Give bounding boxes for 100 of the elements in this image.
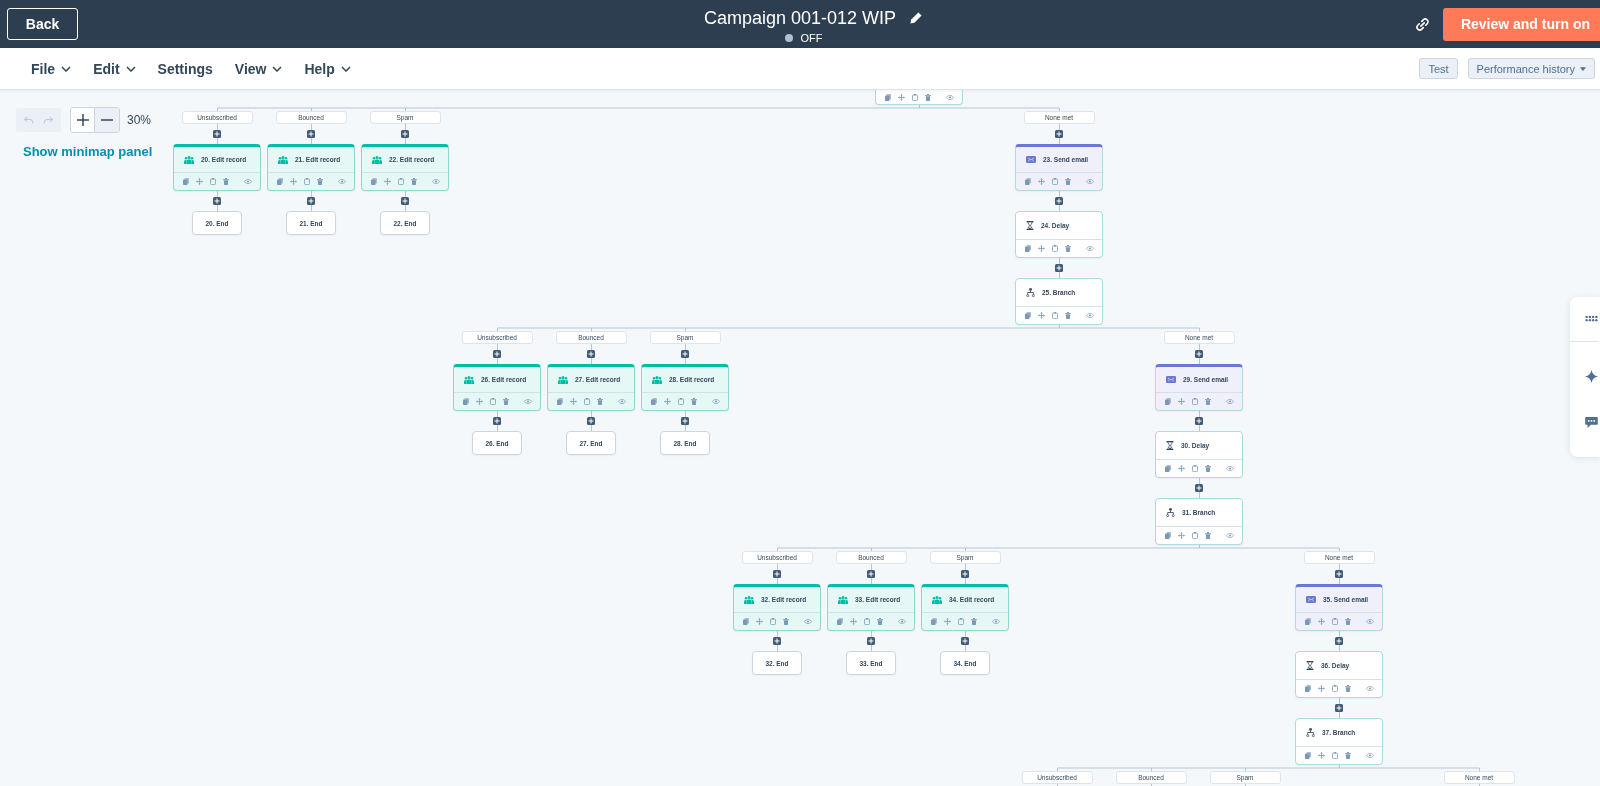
add-step-button[interactable] — [493, 417, 501, 425]
move-icon[interactable] — [850, 618, 857, 625]
trash-icon[interactable] — [597, 398, 603, 405]
menu-item[interactable]: Settings — [157, 60, 213, 77]
copy-icon[interactable] — [183, 178, 189, 185]
copy-icon[interactable] — [651, 398, 657, 405]
copy-icon[interactable] — [557, 398, 563, 405]
copy-icon[interactable] — [371, 178, 377, 185]
clipboard-icon[interactable] — [678, 398, 684, 405]
move-icon[interactable] — [196, 178, 203, 185]
add-step-button[interactable] — [867, 570, 875, 578]
add-step-button[interactable] — [1335, 637, 1343, 645]
eye-icon[interactable] — [338, 179, 346, 184]
add-step-button[interactable] — [681, 350, 689, 358]
eye-icon[interactable] — [1366, 686, 1374, 691]
menu-item[interactable]: View — [234, 60, 283, 77]
clipboard-icon[interactable] — [490, 398, 496, 405]
clipboard-icon[interactable] — [1332, 752, 1338, 759]
sparkle-icon[interactable] — [1585, 370, 1598, 383]
add-step-button[interactable] — [773, 637, 781, 645]
copy-icon[interactable] — [885, 94, 891, 101]
add-step-button[interactable] — [493, 350, 501, 358]
clipboard-icon[interactable] — [398, 178, 404, 185]
add-step-button[interactable] — [213, 130, 221, 138]
zoom-out-button[interactable] — [95, 108, 119, 132]
move-icon[interactable] — [664, 398, 671, 405]
copy-icon[interactable] — [1165, 398, 1171, 405]
copy-icon[interactable] — [1305, 685, 1311, 692]
add-step-button[interactable] — [1055, 197, 1063, 205]
clipboard-icon[interactable] — [1052, 178, 1058, 185]
eye-icon[interactable] — [1086, 179, 1094, 184]
trash-icon[interactable] — [1065, 245, 1071, 252]
copy-icon[interactable] — [1305, 618, 1311, 625]
clipboard-icon[interactable] — [210, 178, 216, 185]
add-step-button[interactable] — [681, 417, 689, 425]
copy-icon[interactable] — [1305, 752, 1311, 759]
clipboard-icon[interactable] — [1332, 618, 1338, 625]
trash-icon[interactable] — [877, 618, 883, 625]
add-step-button[interactable] — [213, 197, 221, 205]
eye-icon[interactable] — [1226, 533, 1234, 538]
move-icon[interactable] — [1038, 178, 1045, 185]
zoom-in-button[interactable] — [71, 108, 95, 132]
trash-icon[interactable] — [1345, 752, 1351, 759]
trash-icon[interactable] — [503, 398, 509, 405]
move-icon[interactable] — [1178, 532, 1185, 539]
trash-icon[interactable] — [1205, 532, 1211, 539]
move-icon[interactable] — [898, 94, 905, 101]
eye-icon[interactable] — [804, 619, 812, 624]
step-card[interactable] — [875, 90, 963, 105]
move-icon[interactable] — [1318, 685, 1325, 692]
clipboard-icon[interactable] — [1192, 465, 1198, 472]
trash-icon[interactable] — [411, 178, 417, 185]
eye-icon[interactable] — [524, 399, 532, 404]
eye-icon[interactable] — [898, 619, 906, 624]
back-button[interactable]: Back — [7, 8, 78, 40]
move-icon[interactable] — [384, 178, 391, 185]
add-step-button[interactable] — [773, 570, 781, 578]
trash-icon[interactable] — [691, 398, 697, 405]
add-step-button[interactable] — [961, 637, 969, 645]
menu-item[interactable]: Edit — [93, 60, 136, 77]
move-icon[interactable] — [476, 398, 483, 405]
trash-icon[interactable] — [317, 178, 323, 185]
copy-icon[interactable] — [837, 618, 843, 625]
toolbar-button[interactable]: Performance history — [1467, 58, 1595, 79]
move-icon[interactable] — [756, 618, 763, 625]
eye-icon[interactable] — [1086, 313, 1094, 318]
trash-icon[interactable] — [925, 94, 931, 101]
eye-icon[interactable] — [1226, 466, 1234, 471]
move-icon[interactable] — [570, 398, 577, 405]
add-step-button[interactable] — [867, 637, 875, 645]
eye-icon[interactable] — [432, 179, 440, 184]
copy-icon[interactable] — [1165, 465, 1171, 472]
eye-icon[interactable] — [244, 179, 252, 184]
move-icon[interactable] — [944, 618, 951, 625]
clipboard-icon[interactable] — [304, 178, 310, 185]
add-step-button[interactable] — [401, 130, 409, 138]
move-icon[interactable] — [1318, 752, 1325, 759]
copy-icon[interactable] — [1025, 245, 1031, 252]
add-step-button[interactable] — [1195, 350, 1203, 358]
trash-icon[interactable] — [1205, 398, 1211, 405]
clipboard-icon[interactable] — [958, 618, 964, 625]
trash-icon[interactable] — [1065, 312, 1071, 319]
add-step-button[interactable] — [1195, 417, 1203, 425]
add-step-button[interactable] — [307, 130, 315, 138]
add-step-button[interactable] — [587, 417, 595, 425]
eye-icon[interactable] — [1366, 619, 1374, 624]
eye-icon[interactable] — [946, 95, 954, 100]
grid-icon[interactable] — [1585, 315, 1598, 322]
eye-icon[interactable] — [712, 399, 720, 404]
clipboard-icon[interactable] — [1052, 312, 1058, 319]
trash-icon[interactable] — [971, 618, 977, 625]
clipboard-icon[interactable] — [1192, 398, 1198, 405]
clipboard-icon[interactable] — [770, 618, 776, 625]
copy-icon[interactable] — [743, 618, 749, 625]
add-step-button[interactable] — [1335, 704, 1343, 712]
move-icon[interactable] — [1178, 465, 1185, 472]
clipboard-icon[interactable] — [912, 94, 918, 101]
menu-item[interactable]: Help — [304, 60, 351, 77]
clipboard-icon[interactable] — [1332, 685, 1338, 692]
copy-icon[interactable] — [1165, 532, 1171, 539]
